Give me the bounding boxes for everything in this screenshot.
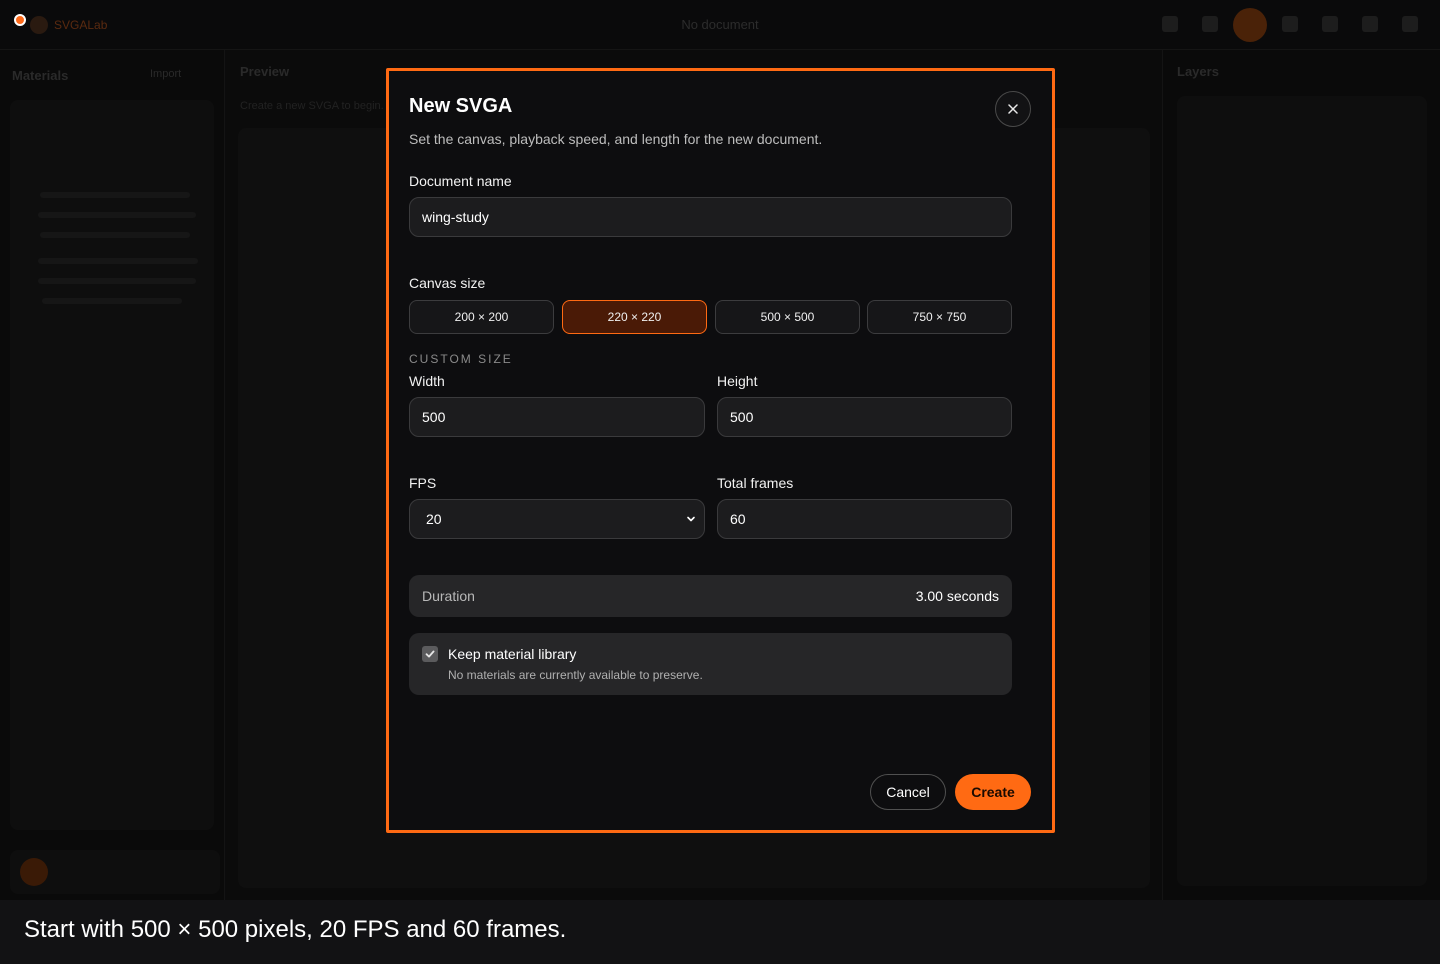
custom-size-caption: CUSTOM SIZE [409,352,513,366]
caption-text: Start with 500 × 500 pixels, 20 FPS and … [24,916,567,943]
keep-library-title: Keep material library [448,646,577,662]
close-button[interactable] [995,91,1031,127]
preset-500-button[interactable]: 500 × 500 [715,300,860,334]
window-close-icon[interactable] [1402,16,1418,32]
minimize-icon[interactable] [1362,16,1378,32]
layers-list [1177,96,1427,886]
duration-label: Duration [422,588,475,604]
dialog-subtitle: Set the canvas, playback speed, and leng… [409,131,823,147]
avatar[interactable] [1233,8,1267,42]
document-name-label: Document name [409,173,512,189]
create-button[interactable]: Create [955,774,1031,810]
preset-200-button[interactable]: 200 × 200 [409,300,554,334]
chevron-down-icon [687,516,695,522]
import-button[interactable]: Import [150,68,181,80]
width-input[interactable]: 500 [409,397,705,437]
caption-bar: Start with 500 × 500 pixels, 20 FPS and … [0,900,1440,964]
bell-icon[interactable] [1202,16,1218,32]
height-input[interactable]: 500 [717,397,1012,437]
keep-library-description: No materials are currently available to … [448,668,703,682]
keep-library-option[interactable]: Keep material library No materials are c… [409,633,1012,695]
duration-row: Duration 3.00 seconds [409,575,1012,617]
duration-value: 3.00 seconds [915,588,999,604]
top-bar: SVGALab No document [0,0,1440,50]
settings-icon[interactable] [1162,16,1178,32]
total-frames-label: Total frames [717,475,794,491]
close-icon [1008,104,1018,114]
materials-title: Materials [12,68,69,83]
placeholder-line [42,298,182,304]
layers-title: Layers [1177,64,1219,79]
materials-panel: Materials Import [0,50,225,900]
placeholder-line [38,278,196,284]
new-svga-dialog: New SVGA Set the canvas, playback speed,… [386,68,1055,833]
canvas-size-label: Canvas size [409,275,486,291]
materials-dropzone[interactable] [10,100,214,830]
keep-library-checkbox[interactable] [422,646,438,662]
checkmark-icon [425,650,435,658]
width-label: Width [409,373,445,389]
dialog-title: New SVGA [409,95,513,117]
fps-select[interactable]: 20 [409,499,705,539]
cancel-button[interactable]: Cancel [870,774,946,810]
document-title: No document [681,17,759,32]
height-label: Height [717,373,758,389]
document-name-input[interactable]: wing-study [409,197,1012,237]
user-card[interactable] [10,850,220,894]
fps-value: 20 [426,511,442,527]
recording-indicator [14,14,26,26]
placeholder-line [40,232,190,238]
layers-panel: Layers [1162,50,1440,900]
total-frames-input[interactable]: 60 [717,499,1012,539]
user-avatar [20,858,48,886]
fps-label: FPS [409,475,437,491]
placeholder-line [38,212,196,218]
placeholder-line [38,258,198,264]
undo-icon[interactable] [1282,16,1298,32]
redo-icon[interactable] [1322,16,1338,32]
placeholder-line [40,192,190,198]
preview-title: Preview [240,64,290,79]
preset-750-button[interactable]: 750 × 750 [867,300,1012,334]
preset-220-button[interactable]: 220 × 220 [562,300,707,334]
preview-subtitle: Create a new SVGA to begin. [240,100,384,112]
